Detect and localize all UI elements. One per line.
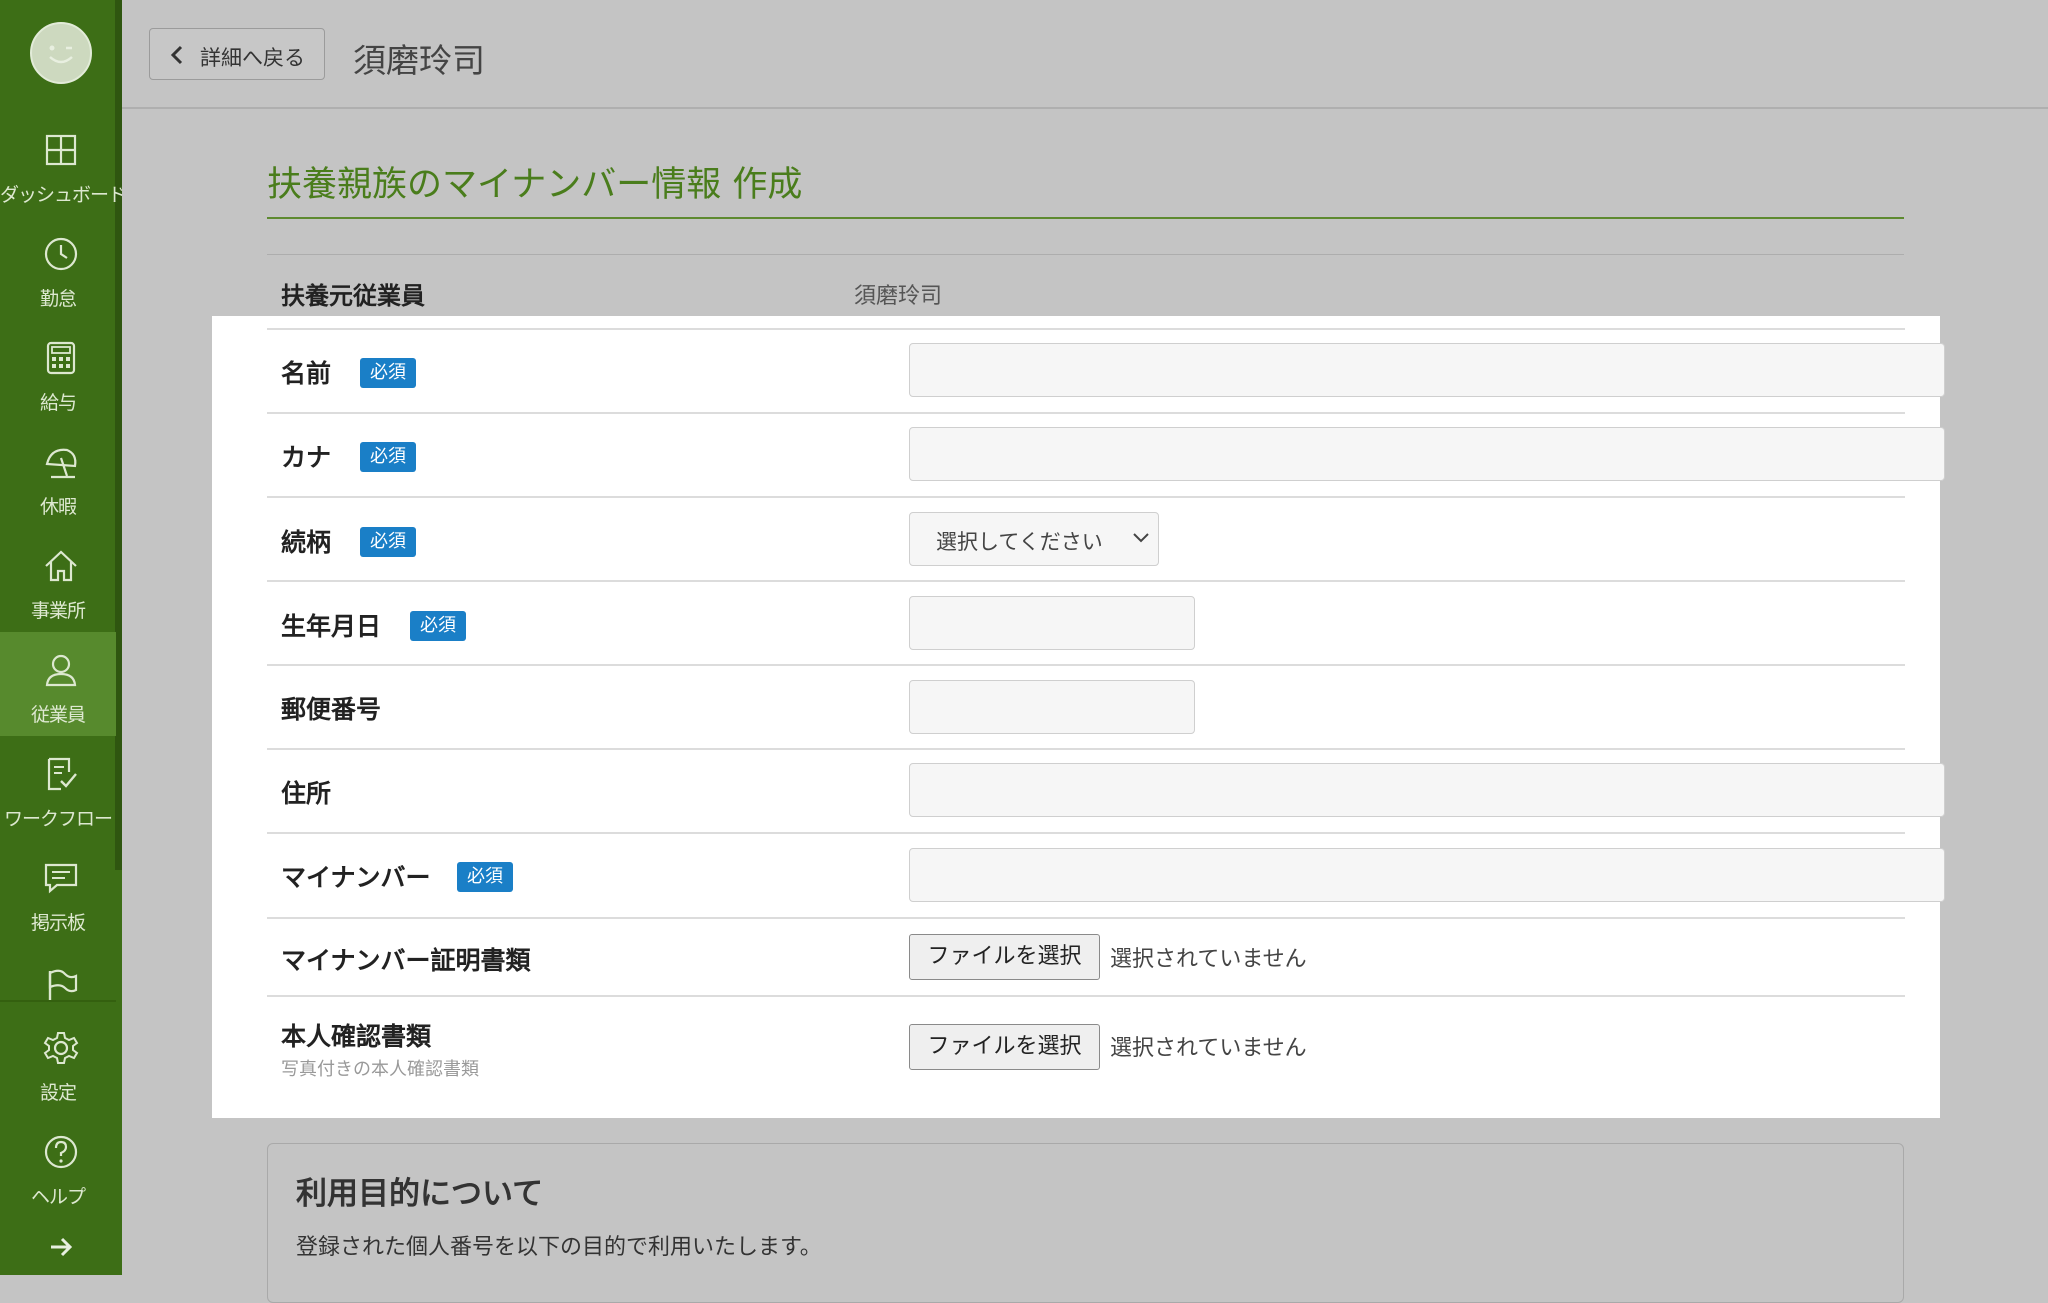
dashboard-icon	[45, 134, 77, 166]
sidebar-divider	[0, 1000, 116, 1002]
arrow-right-icon[interactable]	[44, 1234, 78, 1260]
required-badge: 必須	[457, 862, 513, 892]
user-icon	[45, 654, 77, 687]
back-button-label: 詳細へ戻る	[200, 46, 305, 70]
calculator-icon	[46, 341, 76, 375]
gear-icon	[43, 1032, 79, 1064]
form-row-identity-doc: 本人確認書類 写真付きの本人確認書類 ファイルを選択 選択されていません	[267, 995, 1905, 1097]
relation-select[interactable]: 選択してください	[909, 512, 1159, 566]
back-button[interactable]: 詳細へ戻る	[149, 28, 325, 80]
sidebar-item-dashboard[interactable]: ダッシュボード	[0, 112, 122, 216]
page-title: 須磨玲司	[353, 41, 485, 80]
avatar[interactable]	[30, 22, 92, 84]
required-badge: 必須	[360, 442, 416, 472]
required-badge: 必須	[360, 358, 416, 388]
sidebar-item-label: 給与	[39, 392, 77, 414]
sidebar-item-label: ヘルプ	[30, 1186, 86, 1208]
sidebar: ダッシュボード 勤怠 給与 休暇 事業所 従業員 ワークフロー 掲示板 設定 ヘ…	[0, 0, 122, 1275]
page-header: 詳細へ戻る 須磨玲司	[122, 0, 2048, 109]
purpose-text: 登録された個人番号を以下の目的で利用いたします。	[296, 1235, 822, 1260]
name-input[interactable]	[909, 343, 1945, 397]
sidebar-item-board[interactable]: 掲示板	[0, 840, 116, 944]
form-row-mynumber-doc: マイナンバー証明書類 ファイルを選択 選択されていません	[267, 917, 1905, 995]
sidebar-item-label: 勤怠	[39, 288, 77, 310]
sidebar-item-workflow[interactable]: ワークフロー	[0, 736, 116, 840]
birthdate-input[interactable]	[909, 596, 1195, 650]
chevron-left-icon	[170, 45, 183, 65]
sidebar-item-attendance[interactable]: 勤怠	[0, 216, 116, 320]
purpose-panel: 利用目的について 登録された個人番号を以下の目的で利用いたします。	[267, 1143, 1904, 1303]
required-badge: 必須	[360, 527, 416, 557]
relation-select-value: 選択してください	[936, 530, 1103, 554]
identity-doc-file-status: 選択されていません	[1110, 1036, 1307, 1061]
chevron-down-icon	[1133, 533, 1149, 543]
mynumber-input[interactable]	[909, 848, 1945, 902]
form-row-address: 住所	[267, 748, 1945, 832]
identity-doc-file-button[interactable]: ファイルを選択	[909, 1024, 1100, 1070]
sidebar-item-office[interactable]: 事業所	[0, 528, 116, 632]
sidebar-item-leave[interactable]: 休暇	[0, 424, 116, 528]
sidebar-item-label: 事業所	[30, 600, 86, 622]
heading-divider	[267, 217, 1904, 219]
address-input[interactable]	[909, 763, 1945, 817]
sidebar-item-label: 従業員	[30, 704, 86, 726]
form-row-mynumber: マイナンバー 必須	[267, 832, 1945, 916]
sidebar-item-label: 設定	[39, 1082, 77, 1104]
mynumber-doc-label: マイナンバー証明書類	[281, 946, 531, 975]
beach-umbrella-icon	[45, 448, 77, 479]
relation-label: 続柄	[281, 528, 332, 557]
sidebar-item-label: ワークフロー	[3, 808, 113, 830]
name-label: 名前	[281, 359, 332, 388]
form-row-name: 名前 必須	[267, 328, 1945, 412]
form-row-postal: 郵便番号	[267, 664, 1905, 748]
employee-value: 須磨玲司	[854, 284, 943, 309]
smiley-icon	[49, 45, 73, 64]
sidebar-item-label: ダッシュボード	[0, 184, 122, 206]
identity-doc-label: 本人確認書類	[281, 1022, 432, 1051]
form-row-relation: 続柄 必須 選択してください	[267, 496, 1905, 580]
sidebar-item-flag[interactable]	[0, 944, 116, 1000]
purpose-title: 利用目的について	[296, 1176, 544, 1212]
sidebar-item-label: 掲示板	[30, 912, 86, 934]
sidebar-item-payroll[interactable]: 給与	[0, 320, 116, 424]
sidebar-item-help[interactable]: ヘルプ	[0, 1114, 116, 1218]
sidebar-item-label: 休暇	[39, 496, 77, 518]
employee-label: 扶養元従業員	[281, 282, 425, 310]
form-row-kana: カナ 必須	[267, 412, 1945, 496]
sidebar-item-employees[interactable]: 従業員	[0, 632, 116, 736]
birthdate-label: 生年月日	[281, 612, 382, 641]
identity-doc-hint: 写真付きの本人確認書類	[281, 1059, 479, 1080]
form-heading: 扶養親族のマイナンバー情報 作成	[267, 165, 803, 205]
flag-icon	[48, 969, 78, 1000]
help-icon	[44, 1135, 78, 1169]
checklist-icon	[47, 757, 77, 791]
postal-label: 郵便番号	[281, 695, 382, 724]
message-icon	[44, 863, 78, 894]
sidebar-scrollbar[interactable]	[115, 0, 122, 870]
kana-label: カナ	[281, 443, 332, 472]
form-card: 名前 必須 カナ 必須 続柄 必須 選択してください 生年月日 必須 郵便番号 …	[212, 316, 1945, 1118]
table-top-divider	[267, 254, 1904, 255]
postal-code-input[interactable]	[909, 680, 1195, 734]
home-icon	[45, 550, 77, 582]
mynumber-doc-file-status: 選択されていません	[1110, 947, 1307, 972]
mynumber-label: マイナンバー	[281, 863, 431, 892]
kana-input[interactable]	[909, 427, 1945, 481]
form-row-birthdate: 生年月日 必須	[267, 580, 1905, 664]
mynumber-doc-file-button[interactable]: ファイルを選択	[909, 934, 1100, 980]
address-label: 住所	[281, 779, 332, 808]
clock-icon	[44, 237, 78, 271]
sidebar-item-settings[interactable]: 設定	[0, 1010, 116, 1114]
required-badge: 必須	[410, 611, 466, 641]
